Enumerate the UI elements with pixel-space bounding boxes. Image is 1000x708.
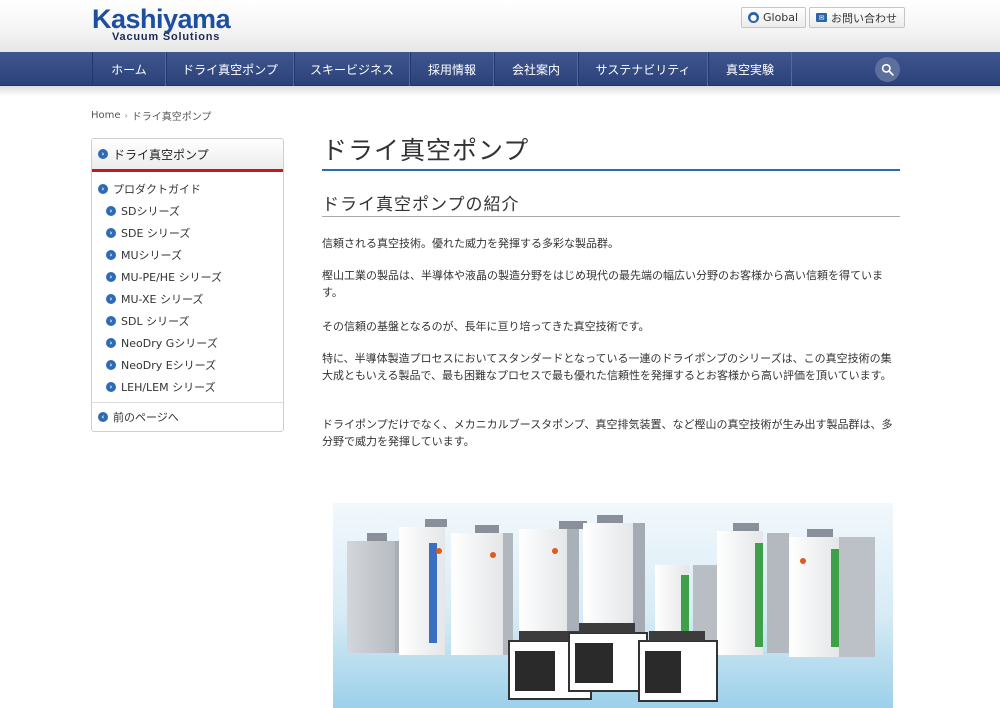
chevron-right-icon: ›: [98, 149, 108, 159]
nav-item-sustainability[interactable]: サステナビリティ: [578, 52, 708, 86]
chevron-right-icon: ›: [106, 228, 116, 238]
sidebar-item-label: SDL シリーズ: [121, 315, 190, 328]
intro-paragraph: 信頼される真空技術。優れた威力を発揮する多彩な製品群。: [322, 237, 619, 250]
sidebar-item-mu-xe[interactable]: › MU-XE シリーズ: [106, 291, 203, 307]
chevron-right-icon: ›: [106, 316, 116, 326]
global-label: Global: [763, 11, 799, 24]
mail-icon: ✉: [816, 13, 827, 22]
section-underline: [322, 216, 900, 217]
sidebar-item-label: LEH/LEM シリーズ: [121, 381, 216, 394]
sidebar-item-mu-pe-he[interactable]: › MU-PE/HE シリーズ: [106, 269, 222, 285]
search-button[interactable]: [875, 57, 900, 82]
nav-item-ski-business[interactable]: スキービジネス: [294, 52, 410, 86]
intro-paragraph: その信頼の基盤となるのが、長年に亘り培ってきた真空技術です。: [322, 320, 650, 333]
sidebar-item-sd[interactable]: › SDシリーズ: [106, 203, 180, 219]
contact-label: お問い合わせ: [831, 11, 897, 25]
sidebar-item-leh-lem[interactable]: › LEH/LEM シリーズ: [106, 379, 216, 395]
sidebar-item-label: MU-XE シリーズ: [121, 293, 204, 306]
sidebar-item-sdl[interactable]: › SDL シリーズ: [106, 313, 190, 329]
chevron-left-icon: ‹: [98, 412, 108, 422]
product-lineup-image: [333, 503, 893, 708]
chevron-right-icon: ›: [106, 250, 116, 260]
logo-main-text: Kashiyama: [92, 4, 231, 34]
page-title: ドライ真空ポンプ: [322, 136, 530, 165]
nav-item-dry-pump[interactable]: ドライ真空ポンプ: [166, 52, 294, 86]
sidebar-back-link[interactable]: ‹ 前のページへ: [98, 409, 179, 425]
intro-paragraph: 特に、半導体製造プロセスにおいてスタンダードとなっている一連のドライポンプのシリ…: [322, 352, 892, 382]
sidebar-item-label: MU-PE/HE シリーズ: [121, 271, 222, 284]
logo-sub-text: Vacuum Solutions: [112, 31, 221, 43]
site-header: Kashiyama Vacuum Solutions ● Global ✉ お問…: [0, 0, 1000, 52]
sidebar-back-label: 前のページへ: [113, 411, 179, 424]
breadcrumb-separator: ›: [124, 111, 128, 120]
nav-shadow: [0, 86, 1000, 96]
sidebar-item-label: MUシリーズ: [121, 249, 182, 262]
breadcrumb-home[interactable]: Home: [91, 110, 121, 121]
main-nav: ホーム ドライ真空ポンプ スキービジネス 採用情報 会社案内 サステナビリティ …: [0, 52, 1000, 86]
intro-paragraph: 樫山工業の製品は、半導体や液晶の製造分野をはじめ現代の最先端の幅広い分野のお客様…: [322, 269, 883, 299]
nav-item-home[interactable]: ホーム: [92, 52, 166, 86]
sidebar-item-mu[interactable]: › MUシリーズ: [106, 247, 182, 263]
sidebar-item-label: NeoDry Gシリーズ: [121, 337, 218, 350]
chevron-right-icon: ›: [106, 294, 116, 304]
sidebar-divider: [92, 402, 283, 403]
globe-icon: ●: [748, 12, 759, 23]
sidebar-item-neodry-e[interactable]: › NeoDry Eシリーズ: [106, 357, 216, 373]
sidebar-item-sde[interactable]: › SDE シリーズ: [106, 225, 190, 241]
chevron-right-icon: ›: [106, 206, 116, 216]
nav-item-vacuum-lab[interactable]: 真空実験: [708, 52, 792, 86]
breadcrumb-current: ドライ真空ポンプ: [131, 112, 212, 123]
sidebar-heading-label: ドライ真空ポンプ: [113, 147, 209, 162]
sidebar-item-label: NeoDry Eシリーズ: [121, 359, 217, 372]
search-icon: [881, 63, 894, 76]
sidebar-item-neodry-g[interactable]: › NeoDry Gシリーズ: [106, 335, 218, 351]
sidebar-item-label: プロダクトガイド: [113, 183, 201, 196]
chevron-right-icon: ›: [106, 338, 116, 348]
sidebar: › ドライ真空ポンプ › プロダクトガイド › SDシリーズ › SDE シリー…: [91, 138, 284, 432]
chevron-right-icon: ›: [98, 184, 108, 194]
breadcrumb: Home › ドライ真空ポンプ: [91, 108, 211, 123]
chevron-right-icon: ›: [106, 272, 116, 282]
global-button[interactable]: ● Global: [741, 7, 807, 28]
section-title: ドライ真空ポンプの紹介: [322, 195, 520, 215]
contact-button[interactable]: ✉ お問い合わせ: [809, 7, 905, 28]
chevron-right-icon: ›: [106, 360, 116, 370]
sidebar-heading[interactable]: › ドライ真空ポンプ: [92, 139, 283, 172]
sidebar-item-product-guide[interactable]: › プロダクトガイド: [98, 181, 201, 197]
sidebar-item-label: SDE シリーズ: [121, 227, 191, 240]
title-underline: [322, 169, 900, 171]
nav-item-company[interactable]: 会社案内: [494, 52, 578, 86]
chevron-right-icon: ›: [106, 382, 116, 392]
logo[interactable]: Kashiyama Vacuum Solutions: [92, 4, 231, 43]
sidebar-item-label: SDシリーズ: [121, 205, 180, 218]
product-lineup-illustration: [333, 503, 893, 708]
intro-paragraph: ドライポンプだけでなく、メカニカルブースタポンプ、真空排気装置、など樫山の真空技…: [322, 418, 893, 448]
nav-item-recruit[interactable]: 採用情報: [410, 52, 494, 86]
